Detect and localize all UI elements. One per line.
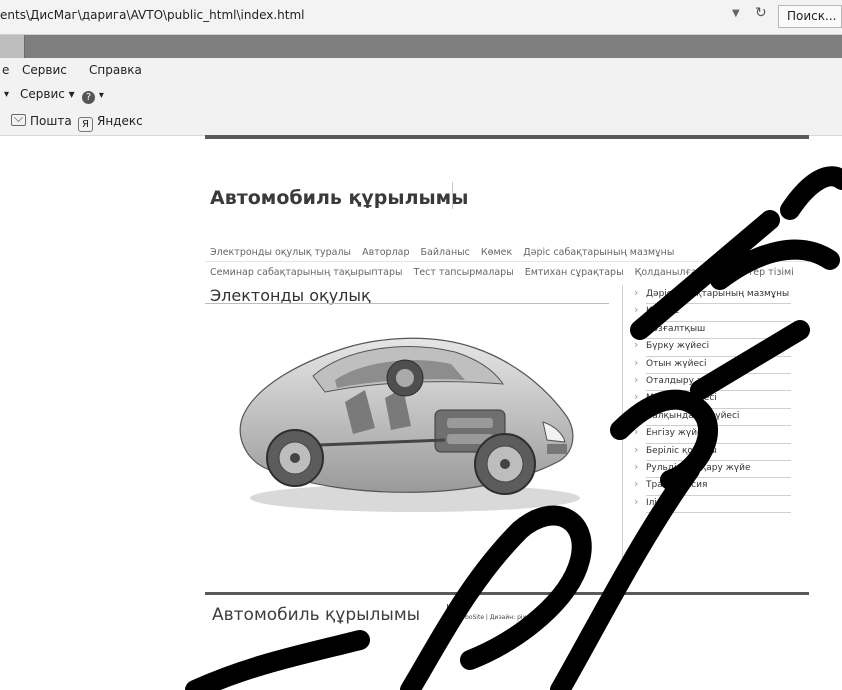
- nav-link-about[interactable]: Электронды оқулық туралы: [210, 247, 351, 258]
- sidebar-item-steering[interactable]: Рульдік басқару жүйе: [634, 460, 792, 479]
- sidebar-item-ignition[interactable]: Оталдыру жүйесі: [634, 373, 792, 392]
- address-bar: ents\ДисМаг\дарига\AVTO\public_html\inde…: [0, 0, 842, 35]
- sidebar-divider: [622, 285, 623, 582]
- secondary-nav: Семинар сабақтарының тақырыптары Тест та…: [210, 267, 802, 278]
- browser-tab[interactable]: [0, 35, 25, 58]
- yandex-icon: Я: [78, 117, 93, 132]
- sidebar-item-clutch[interactable]: Ілінісу: [634, 495, 792, 514]
- menu-item-service[interactable]: Сервис: [22, 63, 67, 77]
- footer-title: Автомобиль құрылымы: [212, 605, 421, 625]
- favorites-bar: Пошта Я Яндекс: [0, 108, 842, 136]
- menu-bar: е Сервис Справка: [0, 58, 842, 82]
- nav-link-literature[interactable]: Қолданылған әдебиеттер тізімі: [635, 267, 794, 278]
- command-dropdown-arrow[interactable]: ▾: [4, 89, 9, 100]
- help-icon: ?: [82, 91, 95, 104]
- sidebar-item-fuel[interactable]: Отын жүйесі: [634, 356, 792, 374]
- sidebar-item-lectures[interactable]: Дәріс сабақтарының мазмұны: [634, 286, 792, 305]
- favorite-mail-label: Пошта: [30, 114, 72, 128]
- nav-link-exam[interactable]: Емтихан сұрақтары: [525, 267, 624, 278]
- favorite-yandex-label: Яндекс: [97, 114, 143, 128]
- sidebar-item-cooling[interactable]: Салқындату жүйесі: [634, 408, 792, 427]
- service-command-button[interactable]: Сервис ▾: [20, 87, 75, 101]
- sidebar-item-injection[interactable]: Бүрку жүйесі: [634, 338, 792, 357]
- sidebar-item-engine[interactable]: Қозғалтқыш: [634, 321, 792, 340]
- search-box[interactable]: Поиск...: [778, 5, 842, 28]
- footer-separator: [447, 604, 448, 624]
- command-bar: ▾ Сервис ▾ ? ▾: [0, 82, 842, 108]
- footer-credit: TurboSite | Дизайн: pixelStudio: [456, 614, 551, 621]
- sidebar-item-transmission[interactable]: Трансмиссия: [634, 477, 792, 496]
- sidebar-item-intro[interactable]: Кіріспе: [634, 303, 792, 322]
- refresh-icon[interactable]: ↻: [755, 5, 767, 21]
- menu-item-partial[interactable]: е: [2, 63, 9, 77]
- nav-link-contact[interactable]: Байланыс: [421, 247, 470, 258]
- nav-link-tests[interactable]: Тест тапсырмалары: [414, 267, 514, 278]
- content-title-rule: [205, 303, 609, 304]
- title-separator: [452, 182, 453, 209]
- url-field[interactable]: ents\ДисМаг\дарига\AVTO\public_html\inde…: [0, 8, 305, 22]
- nav-divider: [205, 261, 809, 262]
- favorite-mail-link[interactable]: Пошта: [11, 114, 72, 128]
- nav-link-authors[interactable]: Авторлар: [362, 247, 409, 258]
- mail-icon: [11, 114, 26, 126]
- header-top-rule: [205, 135, 809, 139]
- sidebar-item-intake[interactable]: Енгізу жүйесі: [634, 425, 792, 444]
- sidebar-item-gearbox[interactable]: Беріліс қорабы: [634, 442, 792, 461]
- car-cutaway-image: [239, 337, 580, 512]
- footer-top-rule: [205, 592, 809, 595]
- tab-strip: [0, 35, 842, 58]
- lecture-sidebar: Дәріс сабақтарының мазмұны Кіріспе Қозға…: [634, 286, 792, 514]
- sidebar-item-lubrication[interactable]: Майлау жүйесі: [634, 390, 792, 409]
- menu-item-help[interactable]: Справка: [89, 63, 142, 77]
- help-command-button[interactable]: ? ▾: [82, 87, 104, 104]
- primary-nav: Электронды оқулық туралы Авторлар Байлан…: [210, 247, 682, 258]
- url-dropdown-icon[interactable]: ▼: [732, 8, 740, 19]
- nav-link-help[interactable]: Көмек: [481, 247, 512, 258]
- site-title: Автомобиль құрылымы: [210, 187, 469, 209]
- favorite-yandex-link[interactable]: Я Яндекс: [78, 114, 143, 132]
- nav-link-lectures[interactable]: Дәріс сабақтарының мазмұны: [523, 247, 674, 258]
- help-dropdown-arrow: ▾: [98, 90, 104, 101]
- nav-link-seminars[interactable]: Семинар сабақтарының тақырыптары: [210, 267, 402, 278]
